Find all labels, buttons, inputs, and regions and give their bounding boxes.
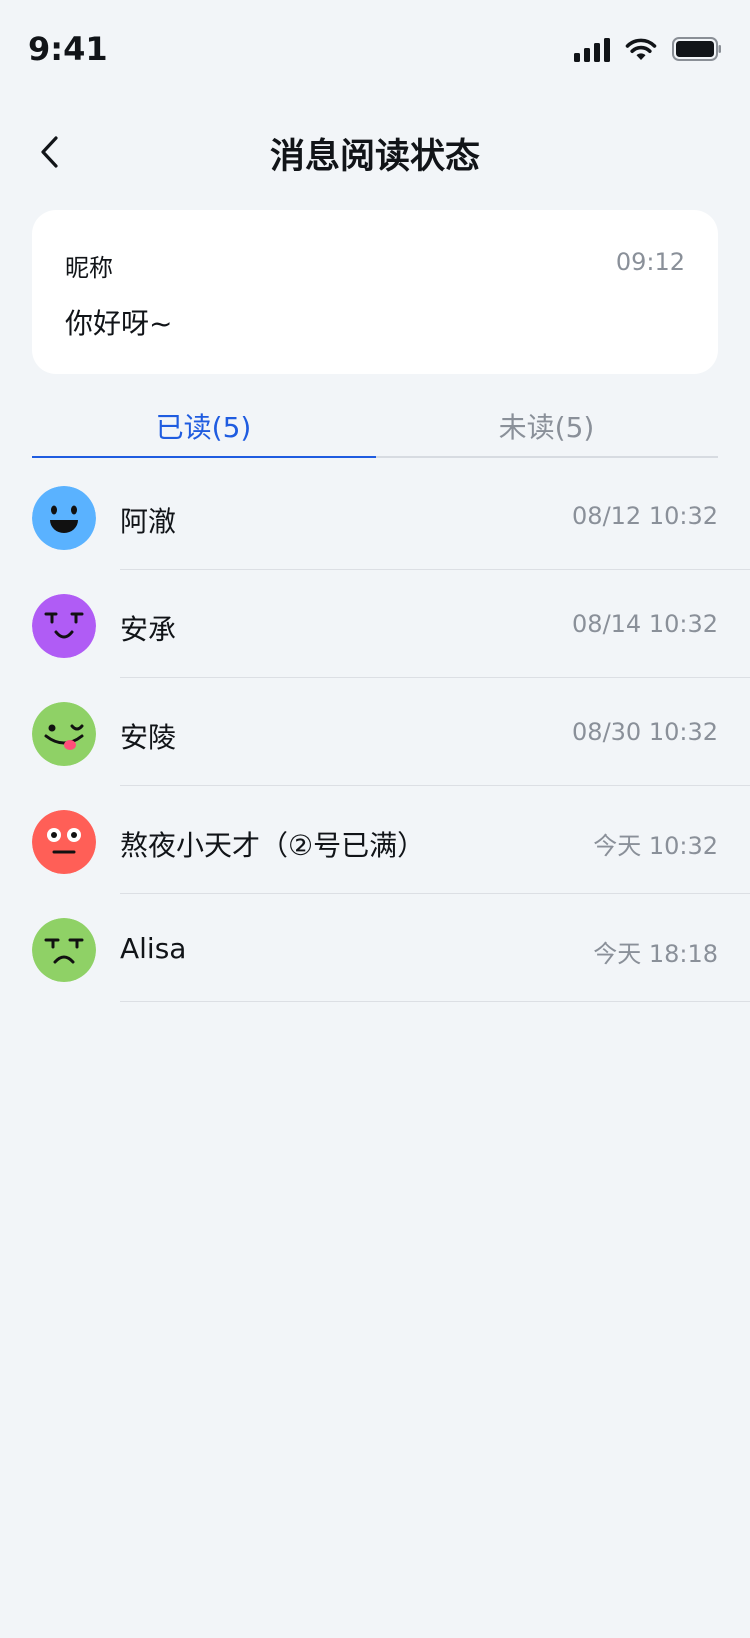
- tab-unread[interactable]: 未读(5): [375, 406, 718, 446]
- cellular-signal-icon: [574, 36, 610, 62]
- message-text: 你好呀~: [65, 307, 173, 340]
- list-item[interactable]: 安陵 08/30 10:32: [0, 678, 750, 786]
- tab-active-indicator: [32, 456, 376, 458]
- read-status-page: 9:41 消息阅读状态 昵称 09:12 你好呀~ 已读(5) 未读(5) 阿澈…: [0, 0, 750, 1638]
- status-icons: [574, 36, 722, 62]
- tongue-wink-face-icon: [32, 702, 96, 766]
- reader-name: Alisa: [120, 932, 187, 965]
- smirk-face-icon: [32, 594, 96, 658]
- surprised-face-icon: [32, 810, 96, 874]
- avatar: [32, 702, 96, 766]
- avatar: [32, 810, 96, 874]
- nav-bar: 消息阅读状态: [0, 110, 750, 190]
- read-time: 今天 18:18: [593, 940, 718, 968]
- battery-icon: [672, 37, 721, 61]
- read-time: 08/12 10:32: [572, 502, 718, 530]
- wifi-icon: [625, 38, 657, 60]
- status-time: 9:41: [28, 30, 108, 68]
- tab-read[interactable]: 已读(5): [32, 406, 375, 446]
- list-item[interactable]: 安承 08/14 10:32: [0, 570, 750, 678]
- avatar: [32, 486, 96, 550]
- read-time: 今天 10:32: [593, 832, 718, 860]
- reader-list: 阿澈 08/12 10:32 安承 08/14 10:32 安陵 08/30 1…: [0, 462, 750, 1002]
- message-card: 昵称 09:12 你好呀~: [32, 210, 718, 374]
- read-time: 08/30 10:32: [572, 718, 718, 746]
- message-sender: 昵称: [65, 254, 113, 282]
- read-time: 08/14 10:32: [572, 610, 718, 638]
- reader-name: 安陵: [120, 721, 177, 754]
- avatar: [32, 594, 96, 658]
- message-time: 09:12: [615, 248, 685, 276]
- status-bar: 9:41: [0, 0, 750, 100]
- reader-name: 安承: [120, 613, 177, 646]
- list-item[interactable]: 阿澈 08/12 10:32: [0, 462, 750, 570]
- avatar: [32, 918, 96, 982]
- laughing-face-icon: [32, 486, 96, 550]
- reader-name: 熬夜小天才（②号已满）: [120, 829, 426, 862]
- annoyed-face-icon: [32, 918, 96, 982]
- page-title: 消息阅读状态: [269, 137, 480, 177]
- read-status-tabs: 已读(5) 未读(5): [32, 388, 718, 458]
- list-item[interactable]: Alisa 今天 18:18: [0, 894, 750, 1002]
- reader-name: 阿澈: [120, 505, 177, 538]
- list-item[interactable]: 熬夜小天才（②号已满） 今天 10:32: [0, 786, 750, 894]
- divider: [120, 1001, 750, 1002]
